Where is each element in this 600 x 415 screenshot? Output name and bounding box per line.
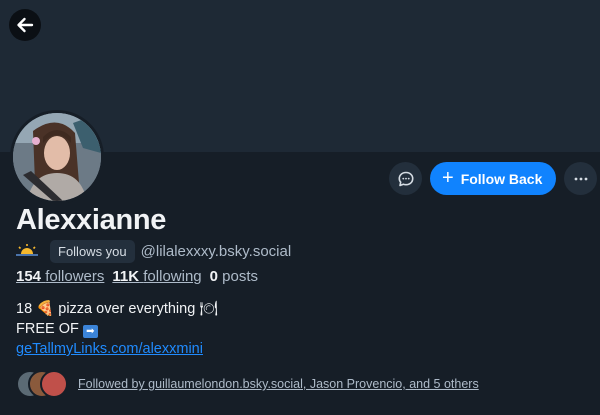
followers-count: 154 (16, 268, 42, 285)
bio-text-2: FREE OF (16, 321, 79, 337)
bio-age: 18 (16, 301, 33, 317)
more-options-button[interactable] (564, 162, 598, 195)
handle-row: Follows you @lilalexxxy.bsky.social (16, 239, 291, 263)
mini-avatar (40, 370, 68, 398)
follows-you-badge: Follows you (50, 239, 135, 263)
bio-text: pizza over everything (58, 301, 196, 317)
avatar-photo (13, 113, 101, 201)
chat-bubble-icon (398, 171, 413, 186)
arrow-left-icon (17, 17, 34, 33)
ellipsis-icon (574, 177, 588, 180)
following-count: 11K (112, 268, 140, 285)
follow-back-button[interactable]: + Follow Back (430, 162, 557, 195)
followed-by-avatars (16, 370, 68, 398)
follow-back-label: Follow Back (460, 170, 543, 187)
bio-line-1: 18 🍕 pizza over everything 🍽 (16, 299, 218, 319)
profile-stats: 154 followers 11K following 0 posts (16, 268, 258, 285)
followers-link[interactable]: 154 followers (16, 268, 104, 285)
plus-icon: + (442, 166, 454, 189)
followers-label: followers (45, 268, 105, 285)
followed-by-text[interactable]: Followed by guillaumelondon.bsky.social,… (78, 377, 479, 391)
bio-line-2: FREE OF ➡ (16, 319, 218, 339)
posts-label: posts (222, 268, 259, 285)
profile-actions: + Follow Back (389, 162, 598, 195)
followed-by-section[interactable]: Followed by guillaumelondon.bsky.social,… (16, 370, 479, 398)
profile-bio: 18 🍕 pizza over everything 🍽 FREE OF ➡ g… (16, 299, 218, 359)
pizza-icon: 🍕 (36, 301, 55, 317)
message-button[interactable] (389, 162, 422, 195)
back-button[interactable] (9, 9, 41, 41)
bio-link[interactable]: geTallmyLinks.com/alexxmini (16, 341, 203, 357)
user-handle[interactable]: @lilalexxxy.bsky.social (141, 243, 292, 260)
display-name: Alexxianne (16, 204, 167, 236)
avatar[interactable] (10, 110, 104, 204)
following-label: following (143, 268, 202, 285)
right-arrow-icon: ➡ (82, 325, 98, 338)
posts-count: 0 (209, 268, 218, 285)
plate-icon: 🍽 (199, 301, 218, 317)
sunrise-icon (16, 243, 38, 260)
posts-stat: 0 posts (210, 268, 258, 285)
following-link[interactable]: 11K following (112, 268, 201, 285)
